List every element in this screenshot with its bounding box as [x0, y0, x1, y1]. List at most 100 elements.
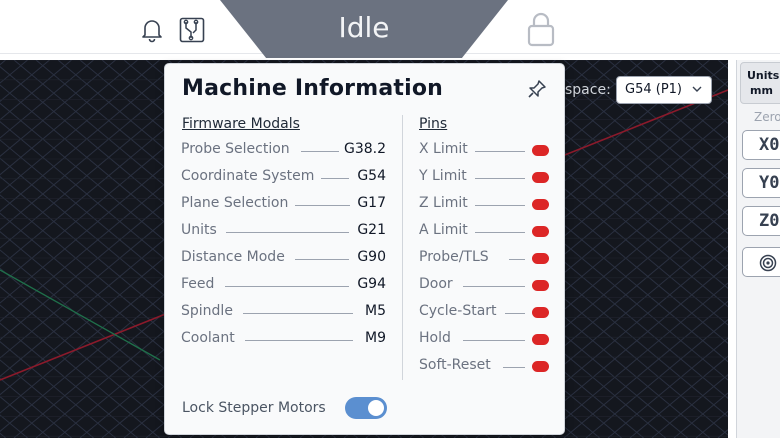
modal-row: Coolant M9 [181, 330, 386, 350]
leader-line [245, 340, 353, 341]
modal-row: Distance Mode G90 [181, 249, 386, 269]
leader-line [509, 259, 525, 260]
modal-label: Plane Selection [181, 195, 289, 211]
pin-label: Cycle-Start [419, 303, 497, 319]
grid-line [695, 60, 728, 88]
workspace-select[interactable]: G54 (P1) [616, 76, 712, 104]
leader-line [505, 313, 525, 314]
modal-label: Probe Selection [181, 141, 290, 157]
leader-line [225, 286, 349, 287]
pin-label: Hold [419, 330, 451, 346]
modal-value: M5 [365, 303, 386, 319]
pin-label: Soft-Reset [419, 357, 491, 373]
lock-stepper-motors-label: Lock Stepper Motors [182, 400, 326, 416]
modal-label: Coordinate System [181, 168, 315, 184]
pin-status-led [532, 307, 549, 318]
modal-value: G38.2 [343, 141, 386, 157]
pin-row: Z Limit [419, 195, 549, 215]
popup-title: Machine Information [182, 76, 444, 101]
modal-row: Feed G94 [181, 276, 386, 296]
modal-row: Coordinate System G54 [181, 168, 386, 188]
leader-line [226, 232, 349, 233]
modal-row: Plane Selection G17 [181, 195, 386, 215]
modal-value: G90 [357, 249, 386, 265]
grid-line [695, 410, 728, 438]
grid-line [585, 319, 728, 438]
modal-value: M9 [365, 330, 386, 346]
zero-all-button[interactable] [742, 247, 780, 277]
grid-line [541, 60, 728, 216]
grid-line [0, 60, 72, 121]
modal-label: Distance Mode [181, 249, 285, 265]
pin-label: Y Limit [419, 168, 467, 184]
pin-row: Hold [419, 330, 549, 350]
units-label: Units: [747, 69, 780, 82]
pin-row: Door [419, 276, 549, 296]
modal-label: Feed [181, 276, 215, 292]
zero-z-button[interactable]: Z0 [742, 206, 780, 236]
modal-value: G21 [357, 222, 386, 238]
pin-status-led [532, 226, 549, 237]
pin-status-led [532, 172, 549, 183]
leader-line [295, 205, 350, 206]
zero-x-button[interactable]: X0 [742, 130, 780, 160]
lock-icon[interactable] [526, 11, 556, 47]
pin-status-led [532, 334, 549, 345]
pin-label: X Limit [419, 141, 468, 157]
circuit-board-icon[interactable] [179, 17, 205, 43]
modal-row: Spindle M5 [181, 303, 386, 323]
target-icon [759, 254, 777, 272]
units-value: mm [750, 84, 773, 97]
leader-line [475, 205, 525, 206]
pin-row: Probe/TLS [419, 249, 549, 269]
modal-row: Units G21 [181, 222, 386, 242]
modal-value: G54 [357, 168, 386, 184]
toggle-knob [368, 400, 384, 416]
pins-heading: Pins [419, 116, 448, 132]
pin-status-led [532, 145, 549, 156]
pin-status-led [532, 361, 549, 372]
machine-status-text: Idle [338, 11, 390, 44]
grid-line [0, 60, 116, 157]
pin-status-led [532, 280, 549, 291]
grid-line [585, 60, 728, 179]
pin-row: X Limit [419, 141, 549, 161]
pin-row: Cycle-Start [419, 303, 549, 323]
pin-label: Door [419, 276, 453, 292]
workspace-select-value: G54 (P1) [625, 82, 683, 97]
leader-line [475, 232, 525, 233]
leader-line [475, 178, 525, 179]
leader-line [503, 367, 525, 368]
pin-status-led [532, 253, 549, 264]
bell-icon[interactable] [140, 17, 164, 43]
modal-value: G17 [357, 195, 386, 211]
zero-y-button[interactable]: Y0 [742, 168, 780, 198]
leader-line [463, 340, 525, 341]
grid-line [0, 341, 116, 438]
pin-label: Z Limit [419, 195, 468, 211]
pin-row: A Limit [419, 222, 549, 242]
chevron-down-icon [692, 86, 702, 92]
pin-icon[interactable] [527, 79, 547, 99]
column-divider [402, 115, 403, 380]
pin-label: Probe/TLS [419, 249, 489, 265]
leader-line [475, 151, 525, 152]
modal-value: G94 [357, 276, 386, 292]
lock-stepper-motors-toggle[interactable] [345, 397, 387, 419]
pin-row: Soft-Reset [419, 357, 549, 377]
leader-line [463, 286, 525, 287]
leader-line [295, 259, 349, 260]
leader-line [301, 151, 339, 152]
pin-label: A Limit [419, 222, 468, 238]
grid-line [541, 282, 728, 438]
modal-label: Spindle [181, 303, 233, 319]
grid-line [607, 60, 728, 161]
leader-line [321, 178, 349, 179]
modal-row: Probe Selection G38.2 [181, 141, 386, 161]
modal-label: Coolant [181, 330, 235, 346]
grid-line [629, 60, 728, 143]
workspace-label: space: [565, 82, 611, 98]
leader-line [243, 313, 353, 314]
units-indicator: Units: mm [740, 62, 780, 104]
grid-line [0, 377, 72, 438]
